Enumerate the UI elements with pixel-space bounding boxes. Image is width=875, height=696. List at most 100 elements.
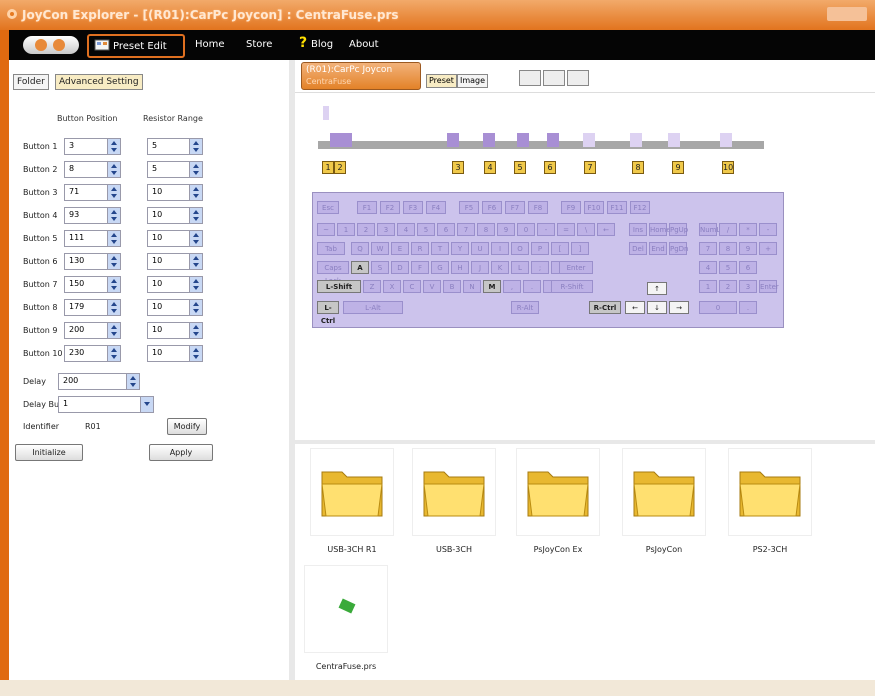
tab-image[interactable]: Image	[457, 74, 489, 88]
chevron-down-icon[interactable]	[140, 397, 153, 412]
keyboard-key[interactable]: B	[443, 280, 461, 293]
button-position-stepper[interactable]: 230	[64, 345, 121, 362]
menu-store[interactable]: Store	[246, 39, 272, 51]
tab-folder[interactable]: Folder	[13, 74, 49, 90]
tab-advanced-setting[interactable]: Advanced Setting	[55, 74, 143, 90]
keyboard-key[interactable]: L-Alt	[343, 301, 403, 314]
keyboard-key[interactable]: F11	[607, 201, 627, 214]
keyboard-key[interactable]: 2	[357, 223, 375, 236]
keyboard-key[interactable]: *	[739, 223, 757, 236]
stepper-arrows[interactable]	[189, 139, 202, 154]
keyboard-key[interactable]: F2	[380, 201, 400, 214]
keyboard-key[interactable]: Q	[351, 242, 369, 255]
keyboard-key[interactable]: Enter	[759, 280, 779, 293]
folder-item[interactable]	[310, 448, 394, 536]
stepper-arrows[interactable]	[107, 162, 120, 177]
keyboard-key[interactable]: V	[423, 280, 441, 293]
resistor-range-stepper[interactable]: 5	[147, 161, 203, 178]
keyboard-key[interactable]: Z	[363, 280, 381, 293]
keyboard-key[interactable]: F10	[584, 201, 604, 214]
keyboard-key[interactable]: X	[383, 280, 401, 293]
keyboard-key[interactable]: Home	[649, 223, 671, 236]
modify-button[interactable]: Modify	[167, 418, 207, 435]
button-position-stepper[interactable]: 150	[64, 276, 121, 293]
keyboard-key[interactable]: End	[649, 242, 667, 255]
folder-item[interactable]	[728, 448, 812, 536]
resistor-marker[interactable]	[720, 133, 732, 147]
keyboard-key[interactable]: E	[391, 242, 409, 255]
resistor-range-stepper[interactable]: 10	[147, 230, 203, 247]
button-position-stepper[interactable]: 200	[64, 322, 121, 339]
keyboard-key[interactable]: ↑	[647, 282, 667, 295]
stepper-arrows[interactable]	[107, 277, 120, 292]
keyboard-key[interactable]: 0	[517, 223, 535, 236]
keyboard-key[interactable]: F9	[561, 201, 581, 214]
resistor-marker[interactable]	[447, 133, 459, 147]
stepper-arrows[interactable]	[189, 346, 202, 361]
button-position-stepper[interactable]: 93	[64, 207, 121, 224]
resistor-range-stepper[interactable]: 10	[147, 253, 203, 270]
keyboard-key[interactable]: 6	[437, 223, 455, 236]
device-tab[interactable]: (R01):CarPc Joycon CentraFuse	[301, 62, 421, 90]
keyboard-key[interactable]: N	[463, 280, 481, 293]
keyboard-key[interactable]: J	[471, 261, 489, 274]
stepper-arrows[interactable]	[189, 162, 202, 177]
keyboard-key[interactable]: L-Ctrl	[317, 301, 339, 325]
folder-item[interactable]	[622, 448, 706, 536]
stepper-arrows[interactable]	[107, 231, 120, 246]
stepper-arrows[interactable]	[189, 277, 202, 292]
keyboard-key[interactable]: F7	[505, 201, 525, 214]
keyboard-key[interactable]: R-Shift	[551, 280, 593, 293]
delay-stepper-arrows[interactable]	[126, 374, 139, 389]
keyboard-key[interactable]: Tab	[317, 242, 345, 255]
keyboard-key[interactable]: 2	[719, 280, 737, 293]
keyboard-key[interactable]: 5	[417, 223, 435, 236]
keyboard-key[interactable]: 9	[739, 242, 757, 255]
keyboard-key[interactable]: 4	[397, 223, 415, 236]
view-list-icon[interactable]	[519, 70, 541, 86]
stepper-arrows[interactable]	[189, 300, 202, 315]
keyboard-key[interactable]: Caps Lock	[317, 261, 349, 285]
keyboard-key[interactable]: 4	[699, 261, 717, 274]
keyboard-key[interactable]: F8	[528, 201, 548, 214]
apply-button[interactable]: Apply	[149, 444, 213, 461]
keyboard-key[interactable]: →	[669, 301, 689, 314]
keyboard-key[interactable]: Y	[451, 242, 469, 255]
delay-stepper[interactable]: 200	[58, 373, 140, 390]
keyboard-key[interactable]: W	[371, 242, 389, 255]
resistor-marker[interactable]	[583, 133, 595, 147]
keyboard-key[interactable]: =	[557, 223, 575, 236]
keyboard-key[interactable]: 1	[337, 223, 355, 236]
resistor-range-stepper[interactable]: 10	[147, 345, 203, 362]
keyboard-key[interactable]: 3	[739, 280, 757, 293]
keyboard-key[interactable]: Esc	[317, 201, 339, 214]
keyboard-key[interactable]: PgUp	[669, 223, 688, 236]
resistor-marker[interactable]	[483, 133, 495, 147]
keyboard-key[interactable]: 8	[719, 242, 737, 255]
keyboard-key[interactable]: O	[511, 242, 529, 255]
keyboard-key[interactable]: R-Alt	[511, 301, 539, 314]
button-position-stepper[interactable]: 71	[64, 184, 121, 201]
keyboard-key[interactable]: PgDn	[669, 242, 689, 255]
keyboard-key[interactable]: ←	[625, 301, 645, 314]
keyboard-key[interactable]: ,	[503, 280, 521, 293]
keyboard-key[interactable]: G	[431, 261, 449, 274]
keyboard-key[interactable]: 5	[719, 261, 737, 274]
stepper-arrows[interactable]	[107, 323, 120, 338]
menu-home[interactable]: Home	[195, 39, 225, 51]
preset-file-item[interactable]	[304, 565, 388, 653]
keyboard-key[interactable]: I	[491, 242, 509, 255]
keyboard-key[interactable]: F6	[482, 201, 502, 214]
keyboard-key[interactable]: 7	[699, 242, 717, 255]
resistor-range-stepper[interactable]: 10	[147, 184, 203, 201]
keyboard-key[interactable]: T	[431, 242, 449, 255]
keyboard-key[interactable]: 0	[699, 301, 737, 314]
keyboard-key[interactable]: C	[403, 280, 421, 293]
keyboard-key[interactable]: Del	[629, 242, 647, 255]
keyboard-key[interactable]: F1	[357, 201, 377, 214]
keyboard-key[interactable]: NumLock	[699, 223, 732, 236]
keyboard-key[interactable]: H	[451, 261, 469, 274]
menu-about[interactable]: About	[349, 39, 379, 51]
keyboard-key[interactable]: D	[391, 261, 409, 274]
resistor-marker[interactable]	[547, 133, 559, 147]
